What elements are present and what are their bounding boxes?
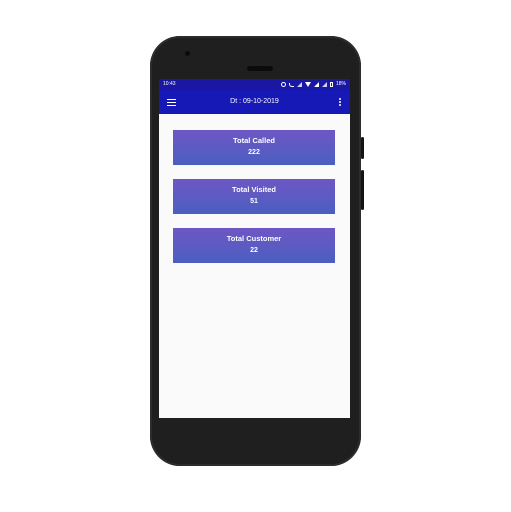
card-title: Total Called	[233, 136, 275, 145]
app-bar-title: Dt : 09-10-2019	[230, 98, 279, 105]
total-customer-card[interactable]: Total Customer 22	[173, 228, 335, 263]
card-value: 222	[248, 149, 260, 156]
no-sim-icon	[296, 82, 302, 87]
card-value: 22	[250, 247, 258, 254]
power-button	[361, 137, 364, 159]
front-camera	[185, 51, 190, 56]
total-visited-card[interactable]: Total Visited 51	[173, 179, 335, 214]
signal-icon	[313, 82, 319, 87]
card-title: Total Customer	[226, 234, 282, 243]
status-icons: 18%	[280, 79, 346, 90]
card-title: Total Visited	[232, 185, 276, 194]
phone-frame: 10:43 18% Dt : 09-10-2019 Total Called 2…	[150, 36, 364, 466]
battery-icon	[329, 82, 333, 87]
battery-percent: 18%	[335, 81, 346, 87]
status-bar: 10:43 18%	[159, 79, 350, 90]
wifi-icon	[304, 82, 311, 87]
volume-button	[361, 170, 364, 210]
earpiece-speaker	[247, 66, 273, 71]
card-value: 51	[250, 198, 258, 205]
more-vert-icon[interactable]	[339, 98, 342, 107]
call-icon	[288, 82, 294, 87]
alarm-icon	[280, 82, 286, 87]
total-called-card[interactable]: Total Called 222	[173, 130, 335, 165]
app-bar: Dt : 09-10-2019	[159, 90, 350, 114]
screen: 10:43 18% Dt : 09-10-2019 Total Called 2…	[159, 79, 350, 418]
status-time: 10:43	[163, 81, 176, 87]
signal-secondary-icon	[321, 82, 327, 87]
